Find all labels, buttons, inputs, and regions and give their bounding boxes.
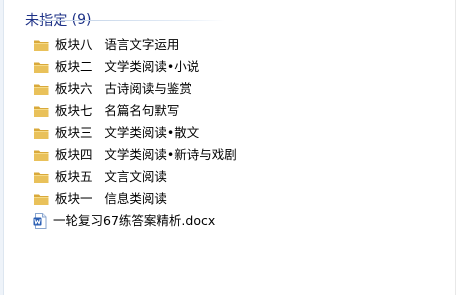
list-item-folder[interactable]: 板块四 文学类阅读•新诗与戏剧 xyxy=(33,144,237,166)
item-label: 板块六 古诗阅读与鉴赏 xyxy=(55,81,192,96)
item-label: 板块一 信息类阅读 xyxy=(55,191,167,206)
folder-icon xyxy=(33,60,50,74)
pane-left-edge xyxy=(0,0,4,295)
folder-icon xyxy=(33,170,50,184)
item-label: 板块五 文言文阅读 xyxy=(55,169,167,184)
item-label: 板块三 文学类阅读•散文 xyxy=(55,125,200,140)
list-item-folder[interactable]: 板块二 文学类阅读•小说 xyxy=(33,56,199,78)
item-label: 一轮复习67练答案精析.docx xyxy=(53,213,216,228)
folder-icon xyxy=(33,126,50,140)
item-label: 板块八 语言文字运用 xyxy=(55,37,180,52)
list-item-folder[interactable]: 板块五 文言文阅读 xyxy=(33,166,167,188)
file-list-pane: 未指定 (9) 板块八 语言文字运用 板块二 文学类阅读•小说 板块六 古诗阅读… xyxy=(0,0,456,295)
word-doc-icon xyxy=(33,213,47,229)
folder-icon xyxy=(33,38,50,52)
item-label: 板块二 文学类阅读•小说 xyxy=(55,59,200,74)
group-divider xyxy=(36,20,225,21)
item-label: 板块七 名篇名句默写 xyxy=(55,103,180,118)
folder-icon xyxy=(33,192,50,206)
list-item-folder[interactable]: 板块三 文学类阅读•散文 xyxy=(33,122,199,144)
list-item-folder[interactable]: 板块八 语言文字运用 xyxy=(33,34,179,56)
folder-icon xyxy=(33,148,50,162)
list-item-folder[interactable]: 板块六 古诗阅读与鉴赏 xyxy=(33,78,192,100)
folder-icon xyxy=(33,104,50,118)
item-label: 板块四 文学类阅读•新诗与戏剧 xyxy=(55,147,237,162)
list-item-folder[interactable]: 板块七 名篇名句默写 xyxy=(33,100,179,122)
list-item-file[interactable]: 一轮复习67练答案精析.docx xyxy=(33,210,215,232)
folder-icon xyxy=(33,82,50,96)
list-item-folder[interactable]: 板块一 信息类阅读 xyxy=(33,188,167,210)
